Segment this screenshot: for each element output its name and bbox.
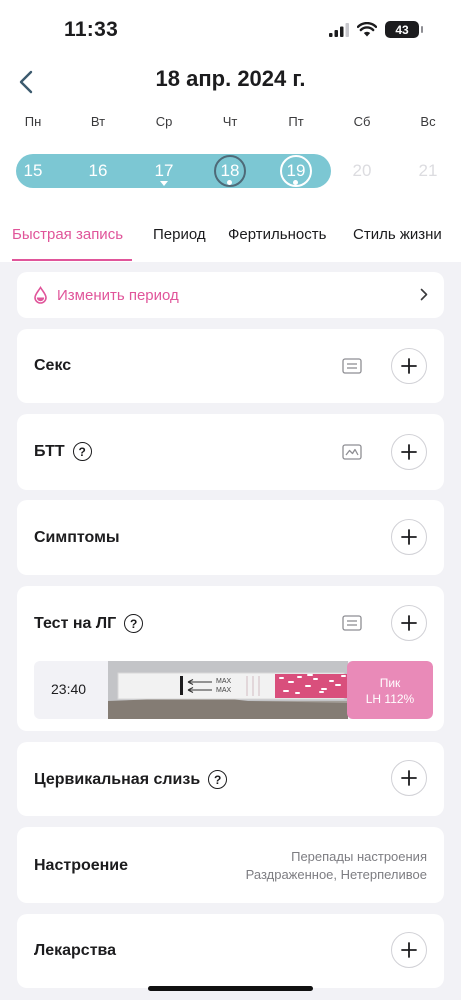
active-tab-indicator [12, 259, 132, 261]
tab-quick-entry[interactable]: Быстрая запись [12, 226, 123, 243]
lh-test-entry[interactable]: 23:40 MAX MAX Пик LH 112% [34, 661, 433, 719]
add-lh-test-button[interactable] [391, 605, 427, 641]
entry-dot-icon [227, 180, 232, 185]
btt-title: БТТ ? [34, 442, 92, 461]
date-cell[interactable]: 17 [144, 154, 184, 188]
wifi-icon [357, 22, 377, 37]
tab-lifestyle[interactable]: Стиль жизни [353, 226, 442, 243]
strip-max-label: MAX [216, 687, 232, 694]
lh-peak-badge: Пик LH 112% [347, 661, 433, 719]
date-cell[interactable]: 15 [13, 154, 53, 188]
help-icon[interactable]: ? [72, 442, 92, 461]
add-sex-button[interactable] [391, 348, 427, 384]
symptoms-title: Симптомы [34, 529, 120, 547]
note-icon[interactable] [342, 615, 362, 631]
sex-title: Секс [34, 357, 71, 375]
lh-test-title: Тест на ЛГ ? [34, 614, 144, 633]
mood-value-line: Раздраженное, Нетерпеливое [245, 867, 427, 882]
date-number: 20 [352, 161, 372, 180]
sex-title-text: Секс [34, 357, 72, 374]
lh-peak-label: Пик [379, 676, 401, 690]
mood-title-text: Настроение [34, 857, 129, 874]
plus-icon [401, 770, 417, 786]
tab-period[interactable]: Период [153, 226, 206, 243]
cervical-mucus-card: Цервикальная слизь ? [17, 742, 444, 816]
add-cervical-mucus-button[interactable] [391, 760, 427, 796]
change-period-row[interactable]: Изменить период [17, 272, 444, 318]
mood-card[interactable]: Настроение Перепады настроения Раздражен… [17, 827, 444, 903]
symptoms-card: Симптомы [17, 500, 444, 575]
mood-values: Перепады настроения Раздраженное, Нетерп… [246, 848, 427, 884]
lh-test-time: 23:40 [51, 681, 87, 697]
change-period-label: Изменить период [57, 287, 179, 304]
medications-title: Лекарства [34, 942, 116, 960]
top-panel: 11:33 43 18 апр. 2024 г. Пн Вт Ср Чт Пт … [0, 0, 461, 262]
lh-test-strip-photo: MAX MAX [108, 661, 348, 719]
medications-title-text: Лекарства [34, 942, 117, 959]
tab-bar: Быстрая запись Период Фертильность Стиль… [0, 224, 461, 262]
mood-value-line: Перепады настроения [291, 849, 427, 864]
drop-icon [34, 286, 47, 304]
page-title: 18 апр. 2024 г. [155, 66, 306, 91]
weekday-label: Вт [90, 114, 106, 129]
cellular-signal-icon [329, 22, 349, 37]
plus-icon [401, 615, 417, 631]
weekday-label: Пт [288, 114, 304, 129]
help-icon[interactable]: ? [124, 614, 144, 633]
chart-icon[interactable] [342, 444, 362, 460]
sex-card: Секс [17, 329, 444, 403]
marker-triangle-icon [160, 181, 168, 186]
status-time: 11:33 [64, 18, 119, 41]
btt-card: БТТ ? [17, 414, 444, 490]
btt-title-text: БТТ [34, 442, 65, 460]
date-cell[interactable]: 16 [78, 154, 118, 188]
add-medications-button[interactable] [391, 932, 427, 968]
weekday-row: Пн Вт Ср Чт Пт Сб Вс [0, 114, 461, 130]
date-number: 15 [23, 161, 43, 180]
plus-icon [401, 529, 417, 545]
mood-title: Настроение [34, 857, 128, 875]
weekday-label: Ср [155, 114, 173, 129]
note-icon[interactable] [342, 358, 362, 374]
symptoms-title-text: Симптомы [34, 529, 120, 546]
entry-dot-icon [293, 180, 298, 185]
strip-max-label: MAX [216, 678, 232, 685]
date-number: 21 [418, 161, 438, 180]
date-cell-selected[interactable]: 19 [276, 154, 316, 188]
add-btt-button[interactable] [391, 434, 427, 470]
date-cell[interactable]: 20 [342, 154, 382, 188]
battery-icon: 43 [385, 21, 423, 38]
tab-fertility[interactable]: Фертильность [228, 226, 326, 243]
weekday-label: Вс [420, 114, 436, 129]
plus-icon [401, 444, 417, 460]
cervical-mucus-title: Цервикальная слизь ? [34, 770, 228, 789]
plus-icon [401, 942, 417, 958]
cervical-mucus-title-text: Цервикальная слизь [34, 770, 201, 788]
add-symptoms-button[interactable] [391, 519, 427, 555]
lh-test-card: Тест на ЛГ ? 23:40 MAX MAX Пик LH 112% [17, 586, 444, 731]
help-icon[interactable]: ? [208, 770, 228, 789]
date-row: 15 16 17 18 19 20 21 [0, 154, 461, 188]
lh-peak-value: LH 112% [365, 692, 415, 706]
status-icons: 43 [329, 21, 423, 38]
chevron-right-icon [420, 288, 428, 301]
plus-icon [401, 358, 417, 374]
weekday-label: Сб [353, 114, 371, 129]
date-number: 17 [154, 161, 174, 180]
date-cell-today[interactable]: 18 [210, 154, 250, 188]
medications-card: Лекарства [17, 914, 444, 988]
date-cell[interactable]: 21 [408, 154, 448, 188]
weekday-label: Чт [222, 114, 238, 129]
home-indicator[interactable] [148, 986, 313, 991]
date-number: 16 [88, 161, 108, 180]
lh-test-title-text: Тест на ЛГ [34, 614, 117, 632]
weekday-label: Пн [24, 114, 42, 129]
